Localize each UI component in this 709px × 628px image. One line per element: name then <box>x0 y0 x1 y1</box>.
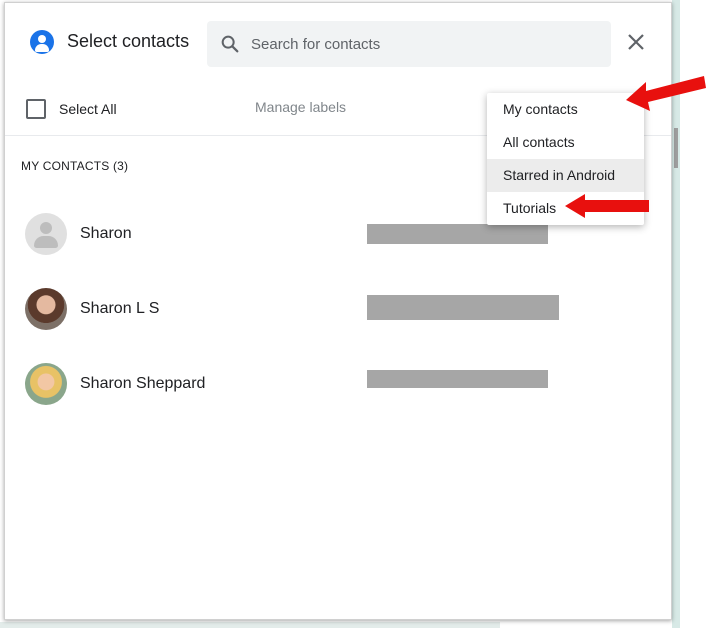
manage-labels-button[interactable]: Manage labels <box>255 99 346 115</box>
contact-row[interactable]: Sharon Sheppard <box>5 355 671 411</box>
annotation-arrow-icon <box>565 194 649 218</box>
contact-name: Sharon <box>80 225 132 242</box>
search-box[interactable] <box>207 21 611 67</box>
account-circle-icon <box>30 30 54 54</box>
menu-item-starred-in-android[interactable]: Starred in Android <box>487 159 644 192</box>
contact-name: Sharon Sheppard <box>80 375 206 392</box>
search-input[interactable] <box>251 33 591 55</box>
avatar <box>25 363 67 405</box>
contact-row[interactable]: Sharon L S <box>5 280 671 336</box>
redacted-email <box>367 370 548 388</box>
search-icon <box>221 35 239 53</box>
annotation-arrow-icon <box>626 76 706 111</box>
redacted-email <box>367 224 548 244</box>
select-contacts-dialog: Select contacts Select All Manage labels… <box>4 2 672 620</box>
contact-name: Sharon L S <box>80 300 160 317</box>
select-all-checkbox[interactable] <box>26 99 46 119</box>
close-icon <box>628 34 644 50</box>
avatar <box>25 288 67 330</box>
redacted-email <box>367 295 559 320</box>
dialog-header: Select contacts <box>5 3 671 83</box>
select-all-label[interactable]: Select All <box>59 101 117 117</box>
menu-item-my-contacts[interactable]: My contacts <box>487 93 644 126</box>
section-header: MY CONTACTS (3) <box>21 159 129 173</box>
avatar <box>25 213 67 255</box>
background-page-edge-bottom <box>0 622 500 628</box>
dialog-title: Select contacts <box>67 31 190 51</box>
close-button[interactable] <box>623 29 649 55</box>
menu-item-all-contacts[interactable]: All contacts <box>487 126 644 159</box>
background-scrollbar <box>674 128 678 168</box>
